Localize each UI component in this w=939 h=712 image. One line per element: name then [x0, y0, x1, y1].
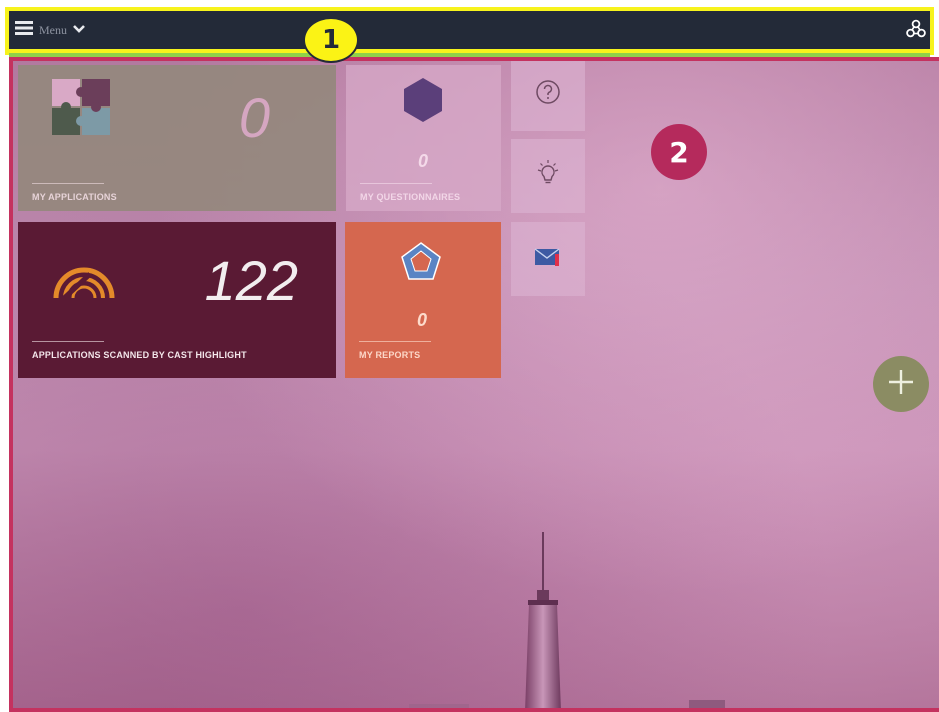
- add-button[interactable]: [873, 356, 929, 412]
- menu-button[interactable]: Menu: [15, 20, 85, 40]
- hexagon-icon: [402, 77, 444, 128]
- tile-applications-scanned[interactable]: 122 APPLICATIONS SCANNED BY CAST HIGHLIG…: [18, 222, 336, 378]
- my-questionnaires-label: MY QUESTIONNAIRES: [360, 192, 461, 202]
- applications-scanned-count: 122: [204, 249, 298, 312]
- chevron-down-icon: [73, 21, 85, 39]
- callout-1-badge: 1: [303, 17, 359, 63]
- tile-my-reports[interactable]: 0 MY REPORTS: [345, 222, 501, 378]
- help-button[interactable]: [511, 57, 585, 131]
- top-bar: Menu: [9, 11, 930, 49]
- pentagon-radar-icon: [401, 242, 441, 285]
- hamburger-icon: [15, 20, 33, 40]
- tile-divider: [360, 183, 432, 184]
- plus-icon: [886, 367, 916, 402]
- ideas-button[interactable]: [511, 139, 585, 213]
- mail-icon: [534, 246, 562, 273]
- tile-divider: [32, 341, 104, 342]
- lightbulb-icon: [535, 159, 561, 193]
- my-applications-label: MY APPLICATIONS: [32, 192, 117, 202]
- my-reports-count: 0: [417, 310, 428, 330]
- recycle-triangle-icon[interactable]: [906, 19, 926, 44]
- dashboard-area: 0 MY APPLICATIONS 0 MY QUESTIONNAIRES 12…: [9, 57, 939, 712]
- screen: Menu 0 MY APPLICATIONS 0 MY QUESTIONNAIR…: [0, 0, 939, 712]
- tile-divider: [32, 183, 104, 184]
- my-applications-count: 0: [238, 86, 270, 149]
- skyline-background: [409, 532, 725, 712]
- question-circle-icon: [535, 79, 561, 110]
- applications-scanned-label: APPLICATIONS SCANNED BY CAST HIGHLIGHT: [32, 350, 247, 360]
- callout-2-badge: 2: [651, 124, 707, 180]
- my-reports-label: MY REPORTS: [359, 350, 421, 360]
- tile-my-questionnaires[interactable]: 0 MY QUESTIONNAIRES: [346, 65, 501, 211]
- gauge-icon: [50, 248, 118, 309]
- tile-my-applications[interactable]: 0 MY APPLICATIONS: [18, 65, 336, 211]
- my-questionnaires-count: 0: [418, 151, 429, 171]
- tile-divider: [359, 341, 431, 342]
- puzzle-icon: [52, 79, 112, 142]
- messages-button[interactable]: [511, 222, 585, 296]
- menu-label: Menu: [39, 22, 67, 37]
